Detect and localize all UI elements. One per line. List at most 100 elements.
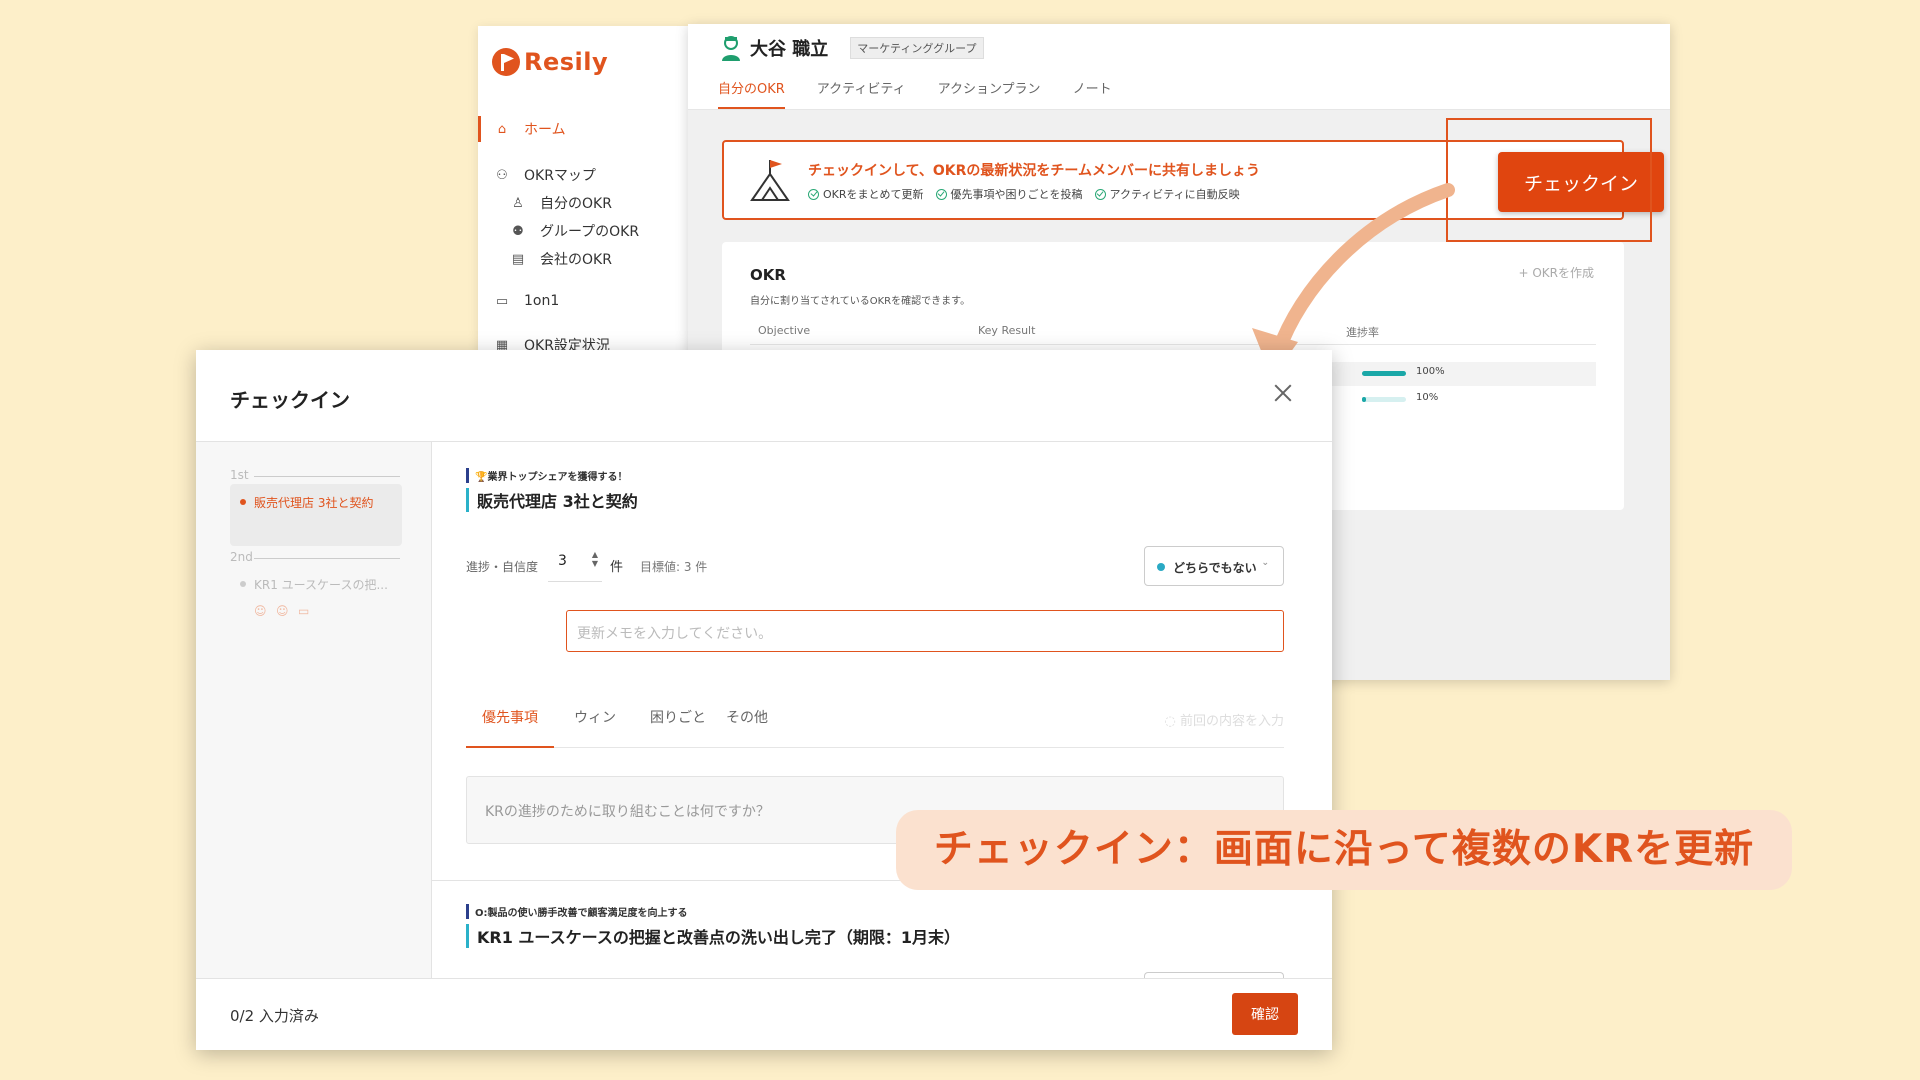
modal-body: 🏆業界トップシェアを獲得する！ 販売代理店 3社と契約 進捗・自信度 3 ▲ ▼ … [432, 442, 1332, 978]
group-tag[interactable]: マーケティンググループ [850, 37, 984, 59]
resily-logo[interactable]: Resily [492, 48, 608, 76]
modal-footer: 0/2 入力済み 確認 [196, 978, 1332, 1050]
step-item[interactable]: KR1 ユースケースの把... ☺ ☺ ▭ [230, 566, 402, 626]
banner-title: チェックインして、OKRの最新状況をチームメンバーに共有しましょう [808, 163, 1260, 179]
step-dot [240, 581, 246, 587]
sidebar-item-label: グループのOKR [540, 224, 640, 240]
progress-label: 10% [1416, 392, 1439, 403]
confidence-select[interactable]: どちらでもない ⌄ [1144, 546, 1284, 586]
tab-other[interactable]: その他 [710, 708, 784, 748]
user-icon: ♙ [512, 195, 524, 211]
tab-priority[interactable]: 優先事項 [466, 708, 554, 748]
progress-value: 3 [558, 553, 567, 569]
app-header: 大谷 職立 マーケティンググループ 自分のOKR アクティビティ アクションプラ… [688, 24, 1670, 110]
tab-action-plan[interactable]: アクションプラン [938, 78, 1041, 109]
col-header-objective: Objective [758, 324, 811, 337]
map-icon: ⚇ [496, 167, 508, 183]
banner-point-text: 優先事項や困りごとを投稿 [950, 188, 1083, 201]
prev-fill-label: 前回の内容を入力 [1179, 714, 1284, 729]
col-header-progress: 進捗率 [1346, 326, 1379, 339]
objective-tag: O:製品の使い勝手改善で顧客満足度を向上する [466, 904, 688, 919]
user-row: 大谷 職立 マーケティンググループ [720, 34, 984, 62]
neutral-icon: ☺ [276, 604, 289, 618]
banner-point: OKRをまとめて更新 [808, 186, 924, 202]
check-icon [935, 188, 947, 200]
sidebar-item-label: OKRマップ [524, 168, 596, 184]
app-sidebar: Resily ⌂ ホーム ⚇ OKRマップ ♙ 自分のOKR ⚉ グループのOK… [478, 26, 688, 356]
step-item-text: KR1 ユースケースの把... [254, 578, 388, 592]
step-label: 1st [230, 468, 249, 482]
prev-fill-button[interactable]: ◌ 前回の内容を入力 [1165, 710, 1285, 729]
banner-point: 優先事項や困りごとを投稿 [935, 186, 1083, 202]
sidebar-item-label: 1on1 [524, 293, 560, 309]
okr-card-title: OKR [750, 266, 786, 284]
comment-icon: ▭ [298, 604, 310, 618]
divider [254, 476, 400, 477]
progress-fill [1362, 371, 1406, 376]
modal-step-list: 1st 販売代理店 3社と契約 2nd KR1 ユースケースの把... ☺ ☺ … [196, 442, 432, 978]
sidebar-item-okr-map[interactable]: ⚇ OKRマップ [478, 162, 596, 188]
progress-value-input[interactable]: 3 ▲ ▼ [548, 542, 602, 582]
clock-icon: ◌ [1164, 714, 1180, 729]
tab-win[interactable]: ウィン [558, 708, 632, 748]
sidebar-item-label: 自分のOKR [540, 196, 612, 212]
mountain-flag-icon [750, 160, 790, 201]
create-okr-link[interactable]: + OKRを作成 [1518, 264, 1594, 281]
step-item-text: 販売代理店 3社と契約 [254, 496, 374, 510]
sidebar-item-label: 会社のOKR [540, 252, 612, 268]
unit-label: 件 [610, 560, 624, 575]
update-memo-input[interactable]: 更新メモを入力してください。 [566, 610, 1284, 652]
logo-text: Resily [524, 48, 609, 76]
divider [750, 344, 1596, 345]
chevron-down-icon: ⌄ [1261, 558, 1269, 568]
kr-title: KR1 ユースケースの把握と改善点の洗い出し完了（期限：1月末） [466, 924, 960, 948]
user-avatar-icon [722, 36, 740, 61]
smile-icon: ☺ [254, 604, 267, 618]
step-label: 2nd [230, 550, 253, 564]
progress-confidence-label: 進捗・自信度 [466, 560, 539, 574]
checkin-highlight-frame [1446, 118, 1652, 242]
checkin-modal: チェックイン 1st 販売代理店 3社と契約 2nd KR1 ユースケースの把.… [196, 350, 1332, 1050]
tab-my-okr[interactable]: 自分のOKR [718, 78, 785, 109]
tab-activity[interactable]: アクティビティ [817, 78, 906, 109]
home-icon: ⌂ [497, 121, 507, 137]
target-value: 目標値: 3 件 [640, 560, 708, 574]
spinner-icon[interactable]: ▲ ▼ [592, 550, 598, 568]
sidebar-item-home[interactable]: ⌂ ホーム [478, 116, 566, 142]
check-icon [808, 188, 819, 200]
banner-point: アクティビティに自動反映 [1094, 186, 1240, 202]
divider [254, 558, 400, 559]
caption-banner: チェックイン：画面に沿って複数のKRを更新 [896, 810, 1792, 890]
close-icon[interactable] [1270, 380, 1296, 406]
confirm-button[interactable]: 確認 [1232, 993, 1298, 1035]
sidebar-item-group-okr[interactable]: ⚉ グループのOKR [478, 218, 639, 244]
step-item-active[interactable]: 販売代理店 3社と契約 [230, 484, 402, 546]
building-icon: ▤ [511, 251, 525, 267]
progress-label: 100% [1416, 366, 1445, 377]
sidebar-item-1on1[interactable]: ▭ 1on1 [478, 288, 559, 314]
sidebar-item-label: ホーム [524, 122, 566, 138]
objective-tag: 🏆業界トップシェアを獲得する！ [466, 468, 627, 483]
okr-card-subtitle: 自分に割り当てされているOKRを確認できます。 [750, 296, 971, 307]
progress-fill [1362, 397, 1367, 402]
col-header-key-result: Key Result [978, 324, 1036, 337]
confidence-value: どちらでもない [1173, 561, 1257, 575]
progress-bar [1362, 397, 1406, 402]
check-icon [1094, 188, 1106, 200]
tab-problem[interactable]: 困りごと [634, 708, 722, 748]
sidebar-item-my-okr[interactable]: ♙ 自分のOKR [478, 190, 612, 216]
sidebar-item-company-okr[interactable]: ▤ 会社のOKR [478, 246, 612, 272]
header-tabs: 自分のOKR アクティビティ アクションプラン ノート [718, 78, 1144, 109]
chat-icon: ▭ [495, 293, 509, 309]
modal-title: チェックイン [230, 388, 350, 412]
kr-title: 販売代理店 3社と契約 [466, 488, 638, 512]
progress-bar [1362, 371, 1406, 376]
input-count: 0/2 入力済み [230, 1007, 319, 1025]
step-dot [240, 499, 246, 505]
banner-point-text: アクティビティに自動反映 [1109, 188, 1240, 201]
banner-point-text: OKRをまとめて更新 [823, 188, 924, 201]
user-name: 大谷 職立 [750, 39, 829, 60]
flag-logo-icon [492, 48, 520, 76]
modal-header: チェックイン [196, 350, 1332, 442]
tab-note[interactable]: ノート [1073, 78, 1112, 109]
